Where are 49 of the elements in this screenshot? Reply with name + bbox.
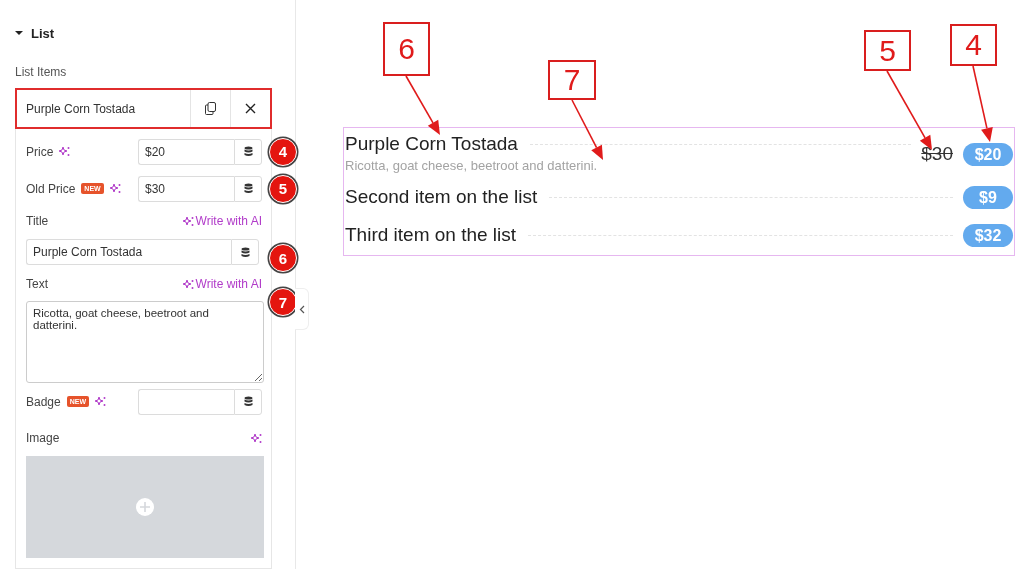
old-price: $30	[921, 142, 953, 166]
price-badge: $9	[963, 186, 1013, 209]
field-label: Title	[26, 214, 49, 228]
callout-marker: 4	[269, 137, 297, 166]
field-label: Text	[26, 277, 48, 291]
item-title: Purple Corn Tostada	[345, 133, 518, 155]
annotation-arrow	[571, 99, 603, 160]
item-title: Third item on the list	[345, 224, 517, 246]
list-item-title[interactable]: Purple Corn Tostada	[17, 90, 190, 127]
sparkle-icon	[182, 278, 194, 290]
plus-icon	[136, 498, 154, 516]
dynamic-tags-button[interactable]	[234, 138, 262, 165]
field-label: Old Price	[26, 181, 76, 196]
write-with-ai-link[interactable]: Write with AI	[182, 214, 262, 228]
text-field[interactable]: $30	[138, 175, 234, 202]
item-title: Second item on the list	[345, 186, 538, 208]
dynamic-tags-button[interactable]	[234, 388, 262, 415]
copy-icon	[205, 102, 216, 115]
item-description: Ricotta, goat cheese, beetroot and datterini.	[345, 158, 599, 173]
sparkle-icon	[182, 215, 194, 227]
field-label: Badge	[26, 394, 61, 409]
price-badge: $20	[963, 143, 1013, 166]
callout-marker: 7	[269, 288, 297, 316]
text-area[interactable]: Ricotta, goat cheese, beetroot and datterini.	[26, 301, 264, 383]
field-label: Image	[26, 431, 60, 445]
annotation-label: 6	[383, 22, 430, 76]
field-label: Price	[26, 144, 54, 159]
callout-marker: 6	[269, 244, 297, 272]
list-item-header[interactable]: Purple Corn Tostada	[15, 88, 272, 129]
annotation-label: 7	[548, 60, 596, 100]
text-field[interactable]: Purple Corn Tostada	[26, 239, 231, 265]
write-with-ai-link[interactable]: Write with AI	[182, 277, 262, 291]
database-icon	[243, 146, 253, 157]
callout-marker: 5	[269, 174, 297, 203]
close-icon	[245, 103, 256, 114]
dynamic-tags-button[interactable]	[234, 175, 262, 202]
annotation-label: 4	[950, 24, 997, 66]
database-icon	[240, 246, 250, 258]
field-label: List Items	[15, 65, 68, 80]
section-toggle[interactable]: List	[15, 24, 55, 42]
price-badge: $32	[963, 224, 1013, 247]
chevron-left-icon	[298, 304, 305, 314]
database-icon	[243, 183, 253, 194]
database-icon	[243, 396, 253, 407]
dynamic-tags-button[interactable]	[231, 239, 259, 265]
text-field[interactable]	[138, 388, 234, 415]
annotation-arrow	[405, 75, 440, 135]
annotation-label: 5	[864, 30, 911, 71]
text-field[interactable]: $20	[138, 138, 234, 165]
